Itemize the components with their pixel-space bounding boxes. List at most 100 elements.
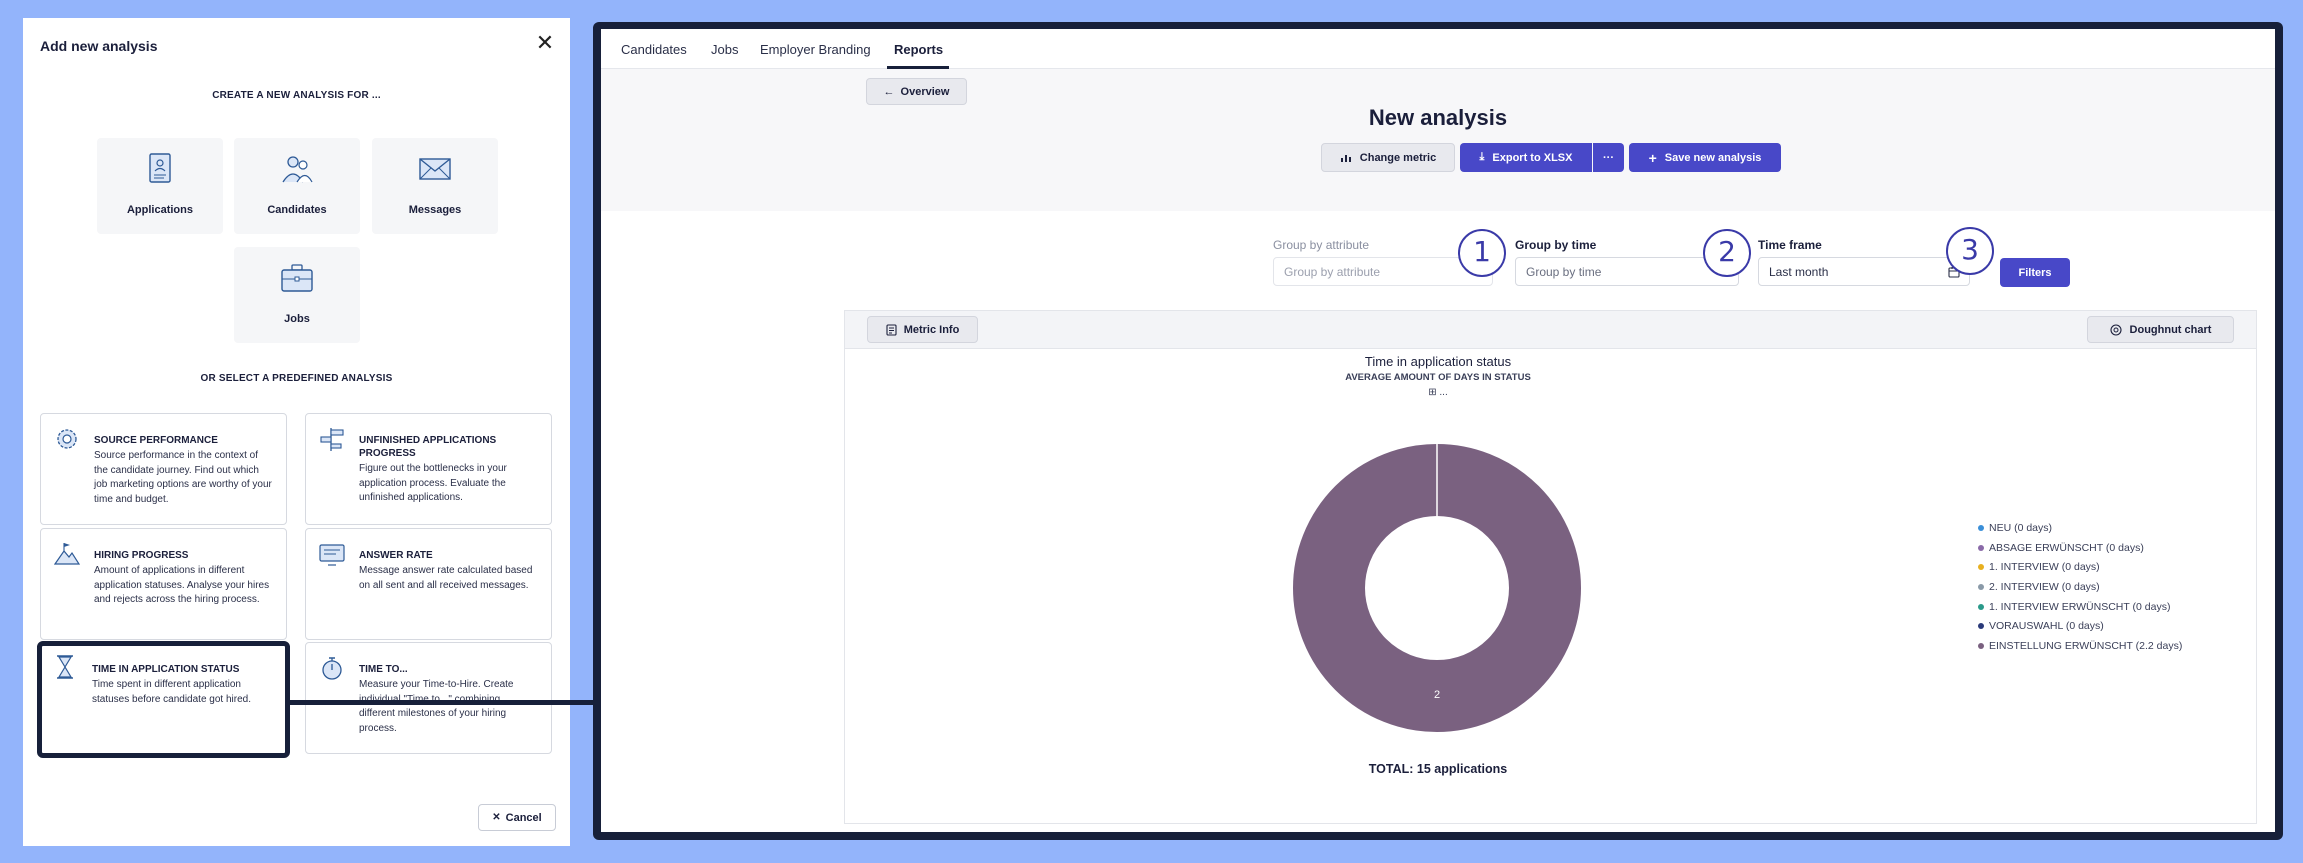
change-metric-label: Change metric bbox=[1359, 151, 1437, 164]
slice-data-label: 2 bbox=[1434, 689, 1440, 701]
tab-jobs[interactable]: Jobs bbox=[711, 42, 738, 57]
legend-dot bbox=[1978, 544, 1984, 551]
tab-candidates[interactable]: Candidates bbox=[621, 42, 687, 57]
card-time-to[interactable]: TIME TO... Measure your Time-to-Hire. Cr… bbox=[305, 642, 552, 754]
save-analysis-button[interactable]: + Save new analysis bbox=[1629, 143, 1781, 172]
app-frame: Candidates Jobs Employer Branding Report… bbox=[593, 22, 2283, 840]
group-time-label: Group by time bbox=[1515, 238, 1597, 252]
time-frame-value: Last month bbox=[1769, 265, 1829, 279]
tile-label: Messages bbox=[408, 204, 462, 216]
time-frame-label: Time frame bbox=[1758, 238, 1822, 252]
save-label: Save new analysis bbox=[1664, 151, 1762, 164]
arrow-left-icon: ← bbox=[883, 85, 895, 98]
legend-dot bbox=[1978, 583, 1984, 590]
predefined-heading: OR SELECT A PREDEFINED ANALYSIS bbox=[200, 373, 393, 384]
document-icon bbox=[886, 323, 897, 336]
close-icon[interactable]: ✕ bbox=[534, 32, 556, 54]
card-title: SOURCE PERFORMANCE bbox=[94, 435, 218, 446]
legend-dot bbox=[1978, 603, 1984, 610]
legend-dot bbox=[1978, 623, 1984, 630]
legend-label: VORAUSWAHL (0 days) bbox=[1989, 620, 2104, 633]
overview-label: Overview bbox=[900, 85, 950, 98]
card-unfinished-applications[interactable]: UNFINISHED APPLICATIONS PROGRESS Figure … bbox=[305, 413, 552, 525]
modal-title: Add new analysis bbox=[40, 38, 158, 54]
chart-total: TOTAL: 15 applications bbox=[1368, 762, 1508, 776]
chart-type-button[interactable]: Doughnut chart bbox=[2087, 316, 2234, 343]
overview-button[interactable]: ← Overview bbox=[866, 78, 967, 105]
chart-title: Time in application status bbox=[1364, 354, 1512, 369]
legend-label: 1. INTERVIEW ERWÜNSCHT (0 days) bbox=[1989, 600, 2171, 613]
legend-item[interactable]: 2. INTERVIEW (0 days) bbox=[1978, 577, 2182, 597]
message-screen-icon bbox=[319, 544, 345, 566]
create-heading: CREATE A NEW ANALYSIS FOR ... bbox=[212, 90, 381, 101]
card-title: UNFINISHED APPLICATIONS PROGRESS bbox=[359, 435, 497, 459]
change-metric-button[interactable]: Change metric bbox=[1321, 143, 1455, 172]
legend-label: EINSTELLUNG ERWÜNSCHT (2.2 days) bbox=[1989, 639, 2183, 652]
card-description: Source performance in the context of the… bbox=[94, 450, 272, 505]
tile-candidates[interactable]: Candidates bbox=[234, 138, 360, 234]
card-source-performance[interactable]: SOURCE PERFORMANCE Source performance in… bbox=[40, 413, 287, 525]
legend-dot bbox=[1978, 564, 1984, 571]
export-xlsx-button[interactable]: ⤓ Export to XLSX bbox=[1460, 143, 1592, 172]
application-form-icon bbox=[149, 153, 171, 183]
cancel-button[interactable]: ✕ Cancel bbox=[478, 804, 556, 831]
signpost-icon bbox=[320, 428, 344, 451]
legend-item[interactable]: 1. INTERVIEW (0 days) bbox=[1978, 557, 2182, 577]
tile-label: Applications bbox=[126, 204, 193, 216]
card-time-in-application-status[interactable]: TIME IN APPLICATION STATUS Time spent in… bbox=[37, 641, 290, 758]
download-icon: ⤓ bbox=[1479, 151, 1485, 163]
more-options-button[interactable]: ··· bbox=[1593, 143, 1624, 172]
plus-icon: + bbox=[1648, 149, 1657, 166]
legend-label: 1. INTERVIEW (0 days) bbox=[1989, 561, 2100, 574]
reports-app: Candidates Jobs Employer Branding Report… bbox=[601, 29, 2275, 832]
more-icon: ··· bbox=[1603, 151, 1614, 164]
hourglass-icon bbox=[57, 655, 73, 679]
chart-toolbar: Metric Info Doughnut chart bbox=[844, 310, 2257, 348]
group-attribute-label: Group by attribute bbox=[1273, 238, 1370, 252]
legend-item[interactable]: ABSAGE ERWÜNSCHT (0 days) bbox=[1978, 538, 2182, 558]
legend-item[interactable]: 1. INTERVIEW ERWÜNSCHT (0 days) bbox=[1978, 597, 2182, 617]
envelope-icon bbox=[419, 158, 451, 180]
page-title: New analysis bbox=[1368, 105, 1508, 130]
time-frame-select[interactable]: Last month bbox=[1758, 257, 1970, 286]
cancel-label: Cancel bbox=[505, 811, 542, 824]
card-title: TIME IN APPLICATION STATUS bbox=[92, 664, 240, 675]
source-gear-icon bbox=[57, 429, 77, 449]
bar-chart-icon bbox=[1340, 155, 1351, 162]
export-label: Export to XLSX bbox=[1492, 151, 1573, 164]
tile-label: Candidates bbox=[267, 204, 327, 216]
chart-type-label: Doughnut chart bbox=[2129, 323, 2212, 336]
tile-messages[interactable]: Messages bbox=[372, 138, 498, 234]
legend-item[interactable]: NEU (0 days) bbox=[1978, 518, 2182, 538]
top-navigation: Candidates Jobs Employer Branding Report… bbox=[601, 29, 2275, 69]
legend-item[interactable]: EINSTELLUNG ERWÜNSCHT (2.2 days) bbox=[1978, 636, 2182, 656]
tile-jobs[interactable]: Jobs bbox=[234, 247, 360, 343]
metric-info-button[interactable]: Metric Info bbox=[867, 316, 978, 343]
tab-reports[interactable]: Reports bbox=[894, 42, 943, 57]
legend-item[interactable]: VORAUSWAHL (0 days) bbox=[1978, 616, 2182, 636]
close-icon: ✕ bbox=[492, 812, 501, 823]
metric-info-label: Metric Info bbox=[903, 323, 960, 336]
stopwatch-icon bbox=[322, 657, 342, 680]
chart-note: ⊞ ... bbox=[1428, 387, 1448, 398]
card-title: HIRING PROGRESS bbox=[94, 550, 189, 561]
card-description: Measure your Time-to-Hire. Create indivi… bbox=[359, 679, 514, 734]
filters-button[interactable]: Filters bbox=[2000, 258, 2070, 287]
card-answer-rate[interactable]: ANSWER RATE Message answer rate calculat… bbox=[305, 528, 552, 640]
header-band bbox=[601, 69, 2275, 211]
card-description: Message answer rate calculated based on … bbox=[359, 565, 533, 591]
tab-employer-branding[interactable]: Employer Branding bbox=[760, 42, 871, 57]
step-marker-1: 1 bbox=[1458, 229, 1506, 277]
doughnut-chart: 2 bbox=[1293, 444, 1581, 732]
chart-legend: NEU (0 days) ABSAGE ERWÜNSCHT (0 days) 1. … bbox=[1978, 518, 2182, 656]
candidates-icon bbox=[282, 156, 313, 183]
briefcase-icon bbox=[281, 264, 313, 292]
card-description: Time spent in different application stat… bbox=[92, 679, 251, 705]
legend-label: NEU (0 days) bbox=[1989, 521, 2053, 534]
add-analysis-modal: Add new analysis ✕ CREATE A NEW ANALYSIS… bbox=[23, 18, 570, 846]
tile-applications[interactable]: Applications bbox=[97, 138, 223, 234]
card-hiring-progress[interactable]: HIRING PROGRESS Amount of applications i… bbox=[40, 528, 287, 640]
legend-dot bbox=[1978, 524, 1984, 531]
step-marker-3: 3 bbox=[1946, 227, 1994, 275]
mountain-flag-icon bbox=[54, 543, 80, 565]
